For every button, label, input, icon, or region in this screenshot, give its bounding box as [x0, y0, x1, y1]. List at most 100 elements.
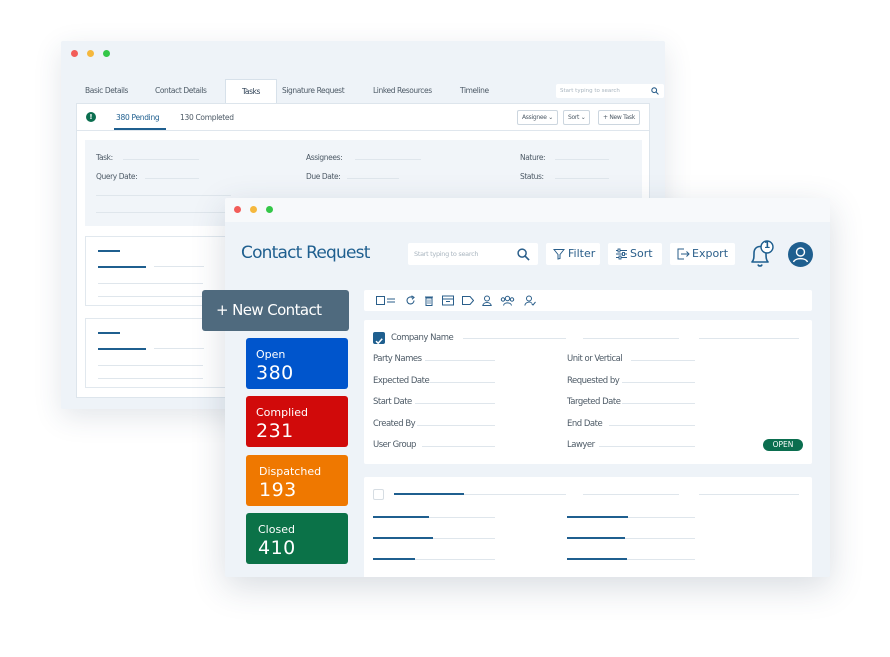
company-name-label: Company Name: [391, 333, 453, 343]
placeholder-line: [567, 516, 628, 518]
tab-signature-request[interactable]: Signature Request: [282, 79, 344, 103]
sort-button[interactable]: Sort: [608, 243, 662, 265]
placeholder-line: [98, 283, 203, 284]
contact-request-card[interactable]: [364, 477, 812, 577]
new-contact-button[interactable]: + New Contact: [202, 290, 349, 331]
query-date-label: Query Date:: [96, 172, 137, 181]
placeholder-line: [98, 296, 203, 297]
placeholder-line: [433, 538, 495, 539]
notifications-button[interactable]: 1: [748, 240, 774, 270]
sort-dropdown[interactable]: Sort ⌄: [563, 110, 590, 125]
filter-button[interactable]: Filter: [546, 243, 600, 265]
avatar[interactable]: [788, 242, 813, 267]
search-placeholder: Start typing to search: [560, 88, 620, 94]
trash-icon[interactable]: [424, 295, 434, 306]
placeholder-line: [98, 250, 120, 252]
stat-label: Closed: [258, 523, 295, 536]
front-window: Contact Request Start typing to search F…: [225, 198, 830, 577]
assignees-label: Assignees:: [306, 153, 342, 162]
filter-icon: [553, 248, 565, 260]
placeholder-line: [98, 332, 120, 334]
party-names-value-placeholder: [425, 360, 495, 361]
search-input[interactable]: Start typing to search: [556, 84, 664, 98]
placeholder-line: [464, 494, 566, 495]
search-placeholder: Start typing to search: [414, 250, 478, 258]
window-controls: [71, 50, 110, 57]
window-titlebar: [225, 198, 830, 222]
alert-icon: !: [86, 112, 96, 122]
stat-card-closed[interactable]: Closed 410: [246, 513, 348, 564]
search-icon: [651, 87, 659, 95]
export-icon: [677, 248, 690, 260]
expected-date-value-placeholder: [430, 382, 495, 383]
user-icon[interactable]: [482, 295, 492, 306]
export-label: Export: [692, 243, 728, 265]
task-label: Task:: [96, 153, 113, 162]
placeholder-line: [583, 338, 679, 339]
requested-by-value-placeholder: [622, 382, 695, 383]
contact-request-card[interactable]: Company Name Party Names Expected Date S…: [364, 320, 812, 464]
nature-label: Nature:: [520, 153, 545, 162]
minimize-dot[interactable]: [250, 206, 257, 213]
placeholder-line: [98, 348, 146, 350]
refresh-icon[interactable]: [405, 295, 416, 306]
tab-tasks[interactable]: Tasks: [225, 79, 277, 103]
chevron-down-icon: ⌄: [581, 114, 586, 121]
stat-label: Complied: [256, 406, 308, 419]
maximize-dot[interactable]: [266, 206, 273, 213]
lawyer-label: Lawyer: [567, 440, 595, 450]
tab-timeline[interactable]: Timeline: [460, 79, 489, 103]
row-checkbox[interactable]: [373, 489, 384, 500]
row-checkbox[interactable]: [373, 332, 385, 344]
users-icon[interactable]: [500, 295, 515, 306]
subtab-pending[interactable]: 380 Pending: [116, 113, 159, 122]
sort-label: Sort: [568, 114, 579, 121]
targeted-date-value-placeholder: [622, 403, 695, 404]
export-button[interactable]: Export: [670, 243, 735, 265]
expected-date-label: Expected Date: [373, 376, 429, 386]
close-dot[interactable]: [234, 206, 241, 213]
party-names-label: Party Names: [373, 354, 422, 364]
assignee-label: Assignee: [522, 114, 547, 121]
placeholder-line: [98, 365, 203, 366]
archive-icon[interactable]: [442, 295, 454, 306]
maximize-dot[interactable]: [103, 50, 110, 57]
start-date-value-placeholder: [415, 403, 495, 404]
stat-value: 410: [258, 537, 296, 559]
placeholder-line: [373, 537, 433, 539]
placeholder-line: [567, 537, 625, 539]
tab-linked-resources[interactable]: Linked Resources: [373, 79, 432, 103]
placeholder-line: [625, 538, 695, 539]
search-input[interactable]: Start typing to search: [408, 243, 538, 265]
tag-icon[interactable]: [462, 295, 474, 306]
new-task-button[interactable]: + New Task: [598, 110, 640, 125]
status-badge: OPEN: [763, 439, 803, 451]
placeholder-line: [373, 516, 429, 518]
end-date-value-placeholder: [609, 425, 695, 426]
placeholder-line: [415, 559, 495, 560]
select-all-icon[interactable]: [376, 295, 396, 306]
stat-label: Open: [256, 348, 285, 361]
assignee-dropdown[interactable]: Assignee ⌄: [517, 110, 558, 125]
user-group-value-placeholder: [422, 446, 495, 447]
tab-contact-details[interactable]: Contact Details: [155, 79, 207, 103]
stat-card-open[interactable]: Open 380: [246, 338, 348, 389]
close-dot[interactable]: [71, 50, 78, 57]
stat-value: 380: [256, 362, 294, 384]
user-check-icon[interactable]: [524, 295, 536, 306]
assignees-value-placeholder: [355, 159, 421, 160]
check-icon: [373, 335, 385, 347]
stat-card-dispatched[interactable]: Dispatched 193: [246, 455, 348, 506]
stat-card-complied[interactable]: Complied 231: [246, 396, 348, 447]
active-subtab-underline: [114, 128, 166, 130]
minimize-dot[interactable]: [87, 50, 94, 57]
unit-vertical-value-placeholder: [631, 360, 695, 361]
stat-label: Dispatched: [259, 465, 321, 478]
form-divider: [96, 195, 231, 196]
subtab-completed[interactable]: 130 Completed: [180, 113, 234, 122]
placeholder-line: [567, 558, 627, 560]
targeted-date-label: Targeted Date: [567, 397, 620, 407]
tab-basic-details[interactable]: Basic Details: [85, 79, 128, 103]
user-icon: [788, 242, 813, 267]
sliders-icon: [615, 248, 628, 260]
